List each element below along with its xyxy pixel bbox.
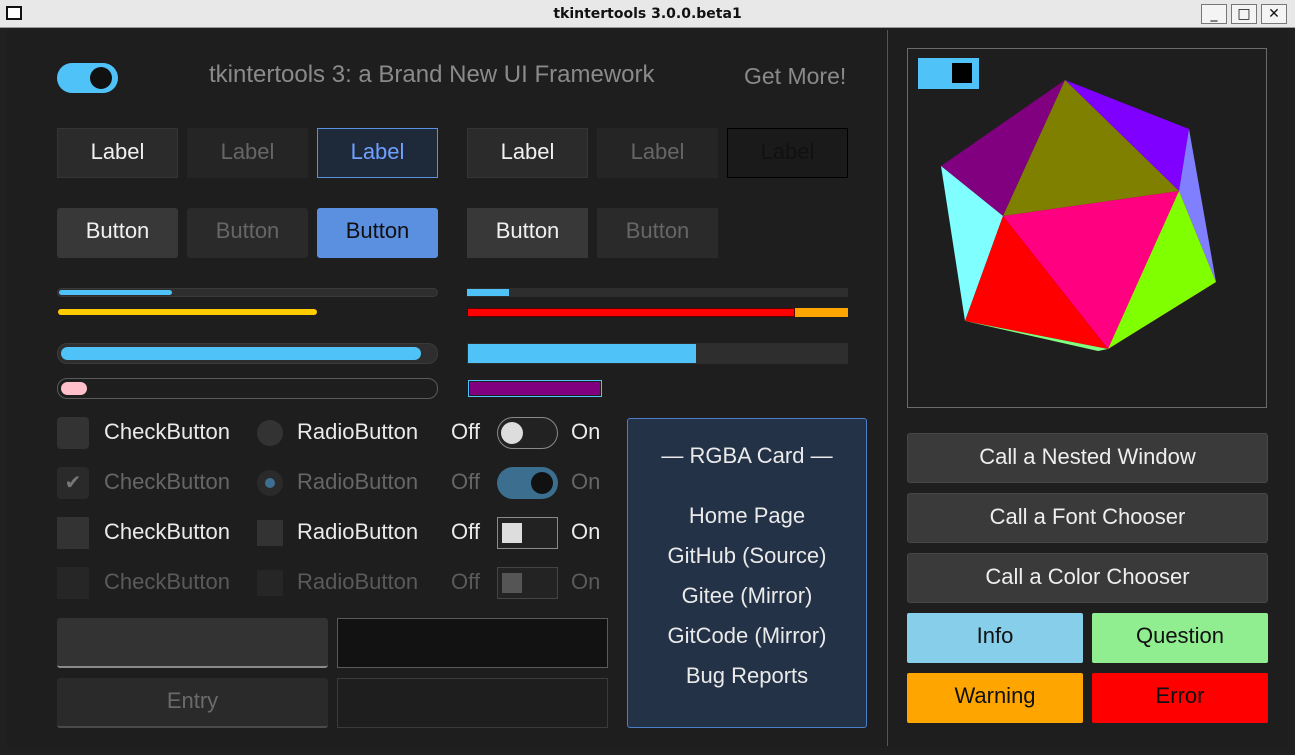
progress-fill [61,382,87,395]
card-title: — RGBA Card — [661,443,833,468]
radiobutton-square[interactable] [257,520,283,546]
switch-off-label-disabled: Off [451,469,480,494]
github-link[interactable]: GitHub (Source) [628,543,866,569]
radio-dot [265,478,275,488]
progress-bar-1 [57,288,438,297]
radiobutton-label: RadioButton [297,419,419,444]
progress-bar-3 [467,288,848,297]
close-button[interactable]: ✕ [1261,4,1287,24]
entry-field-dark[interactable] [337,618,608,668]
checkbutton-box[interactable] [57,417,89,449]
window-title: tkintertools 3.0.0.beta1 [553,6,742,22]
button-disabled[interactable]: Button [187,208,308,258]
progress-fill [467,308,795,317]
label-highlighted: Label [317,128,438,178]
radiobutton-label-square: RadioButton [297,519,419,544]
maximize-button[interactable]: □ [1231,4,1257,24]
progress-bar-5 [57,343,438,364]
switch-knob [531,472,553,494]
progress-bar-7 [57,378,438,399]
progress-fill [470,382,600,395]
question-button[interactable]: Question [1092,613,1268,663]
font-chooser-button[interactable]: Call a Font Chooser [907,493,1268,543]
button-normal[interactable]: Button [57,208,178,258]
button-disabled-2[interactable]: Button [597,208,718,258]
canvas-toggle-switch[interactable] [918,58,979,89]
checkbutton-label-square-disabled: CheckButton [104,569,230,594]
progress-bar-4 [467,308,848,317]
switch-on-label-square-disabled: On [571,569,601,594]
radiobutton-label-square-disabled: RadioButton [297,569,419,594]
page-title: tkintertools 3: a Brand New UI Framework [209,61,655,88]
get-more-link[interactable]: Get More! [744,63,846,89]
label-disabled: Label [187,128,308,178]
toggle-knob [952,63,972,83]
radiobutton-label-disabled: RadioButton [297,469,419,494]
toggle-knob [90,67,112,89]
error-button[interactable]: Error [1092,673,1268,723]
switch-on-label-disabled: On [571,469,601,494]
progress-fill [467,289,509,296]
progress-fill [468,344,696,363]
progress-bar-6 [467,343,848,364]
checkbutton-label-disabled: CheckButton [104,469,230,494]
switch-off[interactable] [497,417,558,449]
switch-on-label-square: On [571,519,601,544]
switch-on-label: On [571,419,601,444]
window-menu-icon[interactable] [6,6,22,20]
progress-bar-8 [468,380,602,397]
switch-off-label-square-disabled: Off [451,569,480,594]
radiobutton-square-disabled[interactable] [257,570,283,596]
radiobutton-circle-checked-disabled[interactable] [257,470,283,496]
label-dark: Label [727,128,848,178]
switch-knob [502,523,522,543]
color-chooser-button[interactable]: Call a Color Chooser [907,553,1268,603]
switch-knob [502,573,522,593]
checkbutton-square[interactable] [57,517,89,549]
radiobutton-circle[interactable] [257,420,283,446]
switch-square[interactable] [497,517,558,549]
bug-reports-link[interactable]: Bug Reports [628,663,866,689]
info-button[interactable]: Info [907,613,1083,663]
label-normal: Label [57,128,178,178]
switch-on-disabled[interactable] [497,467,558,499]
switch-square-disabled[interactable] [497,567,558,599]
warning-button[interactable]: Warning [907,673,1083,723]
checkbutton-label-square: CheckButton [104,519,230,544]
checkbutton-box-checked-disabled[interactable]: ✔ [57,467,89,499]
minimize-button[interactable]: _ [1201,4,1227,24]
home-page-link[interactable]: Home Page [628,503,866,529]
gitee-link[interactable]: Gitee (Mirror) [628,583,866,609]
checkbutton-label: CheckButton [104,419,230,444]
switch-off-label: Off [451,419,480,444]
entry-field-dark-disabled[interactable] [337,678,608,728]
switch-off-label-square: Off [451,519,480,544]
checkmark-icon: ✔ [64,470,82,494]
gitcode-link[interactable]: GitCode (Mirror) [628,623,866,649]
3d-canvas[interactable] [907,48,1267,408]
switch-knob [501,422,523,444]
button-accent[interactable]: Button [317,208,438,258]
label-disabled-2: Label [597,128,718,178]
button-normal-2[interactable]: Button [467,208,588,258]
progress-fill [61,347,421,360]
progress-fill [58,309,317,315]
progress-fill [59,290,172,295]
nested-window-button[interactable]: Call a Nested Window [907,433,1268,483]
icosahedron-graphic [941,80,1216,351]
entry-field-disabled[interactable]: Entry [57,678,328,728]
progress-bar-2 [57,308,438,317]
theme-toggle-switch[interactable] [57,63,118,93]
label-normal-2: Label [467,128,588,178]
divider [887,30,888,746]
entry-field[interactable] [57,618,328,668]
checkbutton-square-disabled[interactable] [57,567,89,599]
